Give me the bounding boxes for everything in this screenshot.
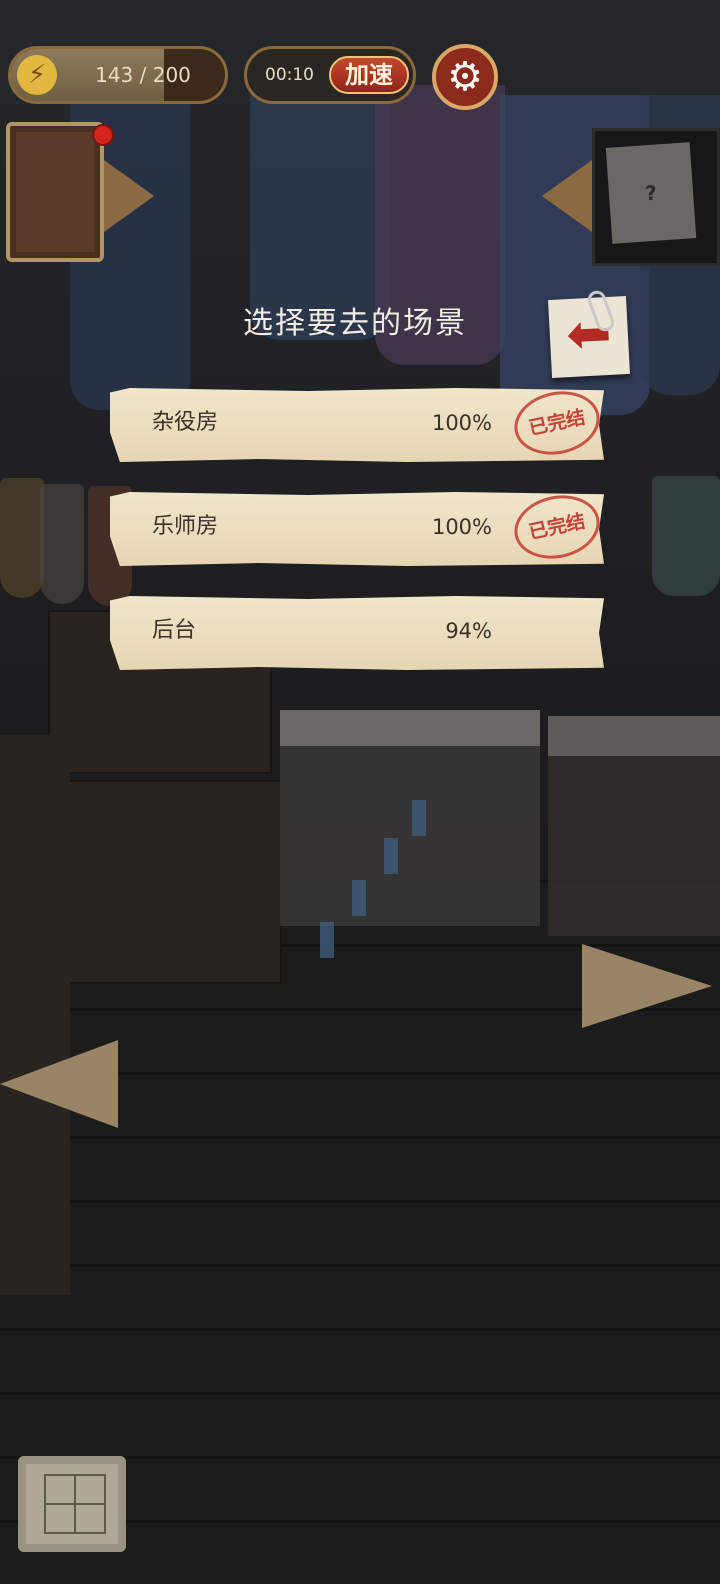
- notebook-button[interactable]: [6, 122, 104, 262]
- scene-name: 乐师房: [152, 514, 219, 539]
- cloth-table: [548, 716, 720, 936]
- hanging-tassel: [320, 922, 334, 958]
- hanging-tassel: [384, 838, 398, 874]
- scene-option-2[interactable]: 后台 94%: [110, 596, 604, 670]
- wooden-chest: [48, 780, 282, 984]
- scene-name: 后台: [152, 618, 197, 643]
- scene-list: 杂役房 100% 已完结 乐师房 100% 已完结 后台 94%: [110, 388, 604, 700]
- navigate-left-arrow-icon[interactable]: [0, 1040, 118, 1128]
- opera-mask-banner: [652, 476, 720, 596]
- chevron-left-icon[interactable]: [542, 160, 592, 232]
- notification-pin-icon: [92, 124, 114, 146]
- side-desk: [0, 735, 70, 1295]
- scene-progress: 94%: [445, 619, 492, 643]
- lightning-icon: ⚡: [17, 55, 57, 95]
- energy-bar[interactable]: ⚡ 143 / 200: [8, 46, 228, 104]
- dialog-title: 选择要去的场景: [243, 306, 467, 341]
- scene-option-0[interactable]: 杂役房 100% 已完结: [110, 388, 604, 462]
- navigate-right-arrow-icon[interactable]: [582, 944, 712, 1028]
- gear-icon: ⚙: [447, 54, 483, 100]
- speed-up-button[interactable]: 加速: [329, 56, 409, 94]
- hanging-tassel: [352, 880, 366, 916]
- timer-panel: 00:10 加速: [244, 46, 416, 104]
- scene-progress: 100%: [431, 411, 492, 435]
- opera-mask-banner: [40, 484, 84, 604]
- chevron-right-icon[interactable]: [104, 160, 154, 232]
- map-button[interactable]: [18, 1456, 126, 1552]
- timer-text: 00:10: [265, 65, 314, 85]
- map-icon: [44, 1474, 106, 1534]
- cloth-table: [280, 710, 540, 926]
- back-button[interactable]: ⬅: [548, 296, 630, 378]
- scene-name: 杂役房: [152, 410, 219, 435]
- scene-option-1[interactable]: 乐师房 100% 已完结: [110, 492, 604, 566]
- opera-mask-banner: [0, 478, 44, 598]
- clue-photo-button[interactable]: ?: [592, 128, 720, 266]
- energy-count: 143 / 200: [95, 63, 191, 87]
- completed-stamp: 已完结: [508, 388, 604, 462]
- completed-stamp: 已完结: [508, 492, 604, 566]
- question-icon: ?: [605, 142, 697, 244]
- settings-button[interactable]: ⚙: [432, 44, 498, 110]
- scene-progress: 100%: [431, 515, 492, 539]
- hanging-tassel: [412, 800, 426, 836]
